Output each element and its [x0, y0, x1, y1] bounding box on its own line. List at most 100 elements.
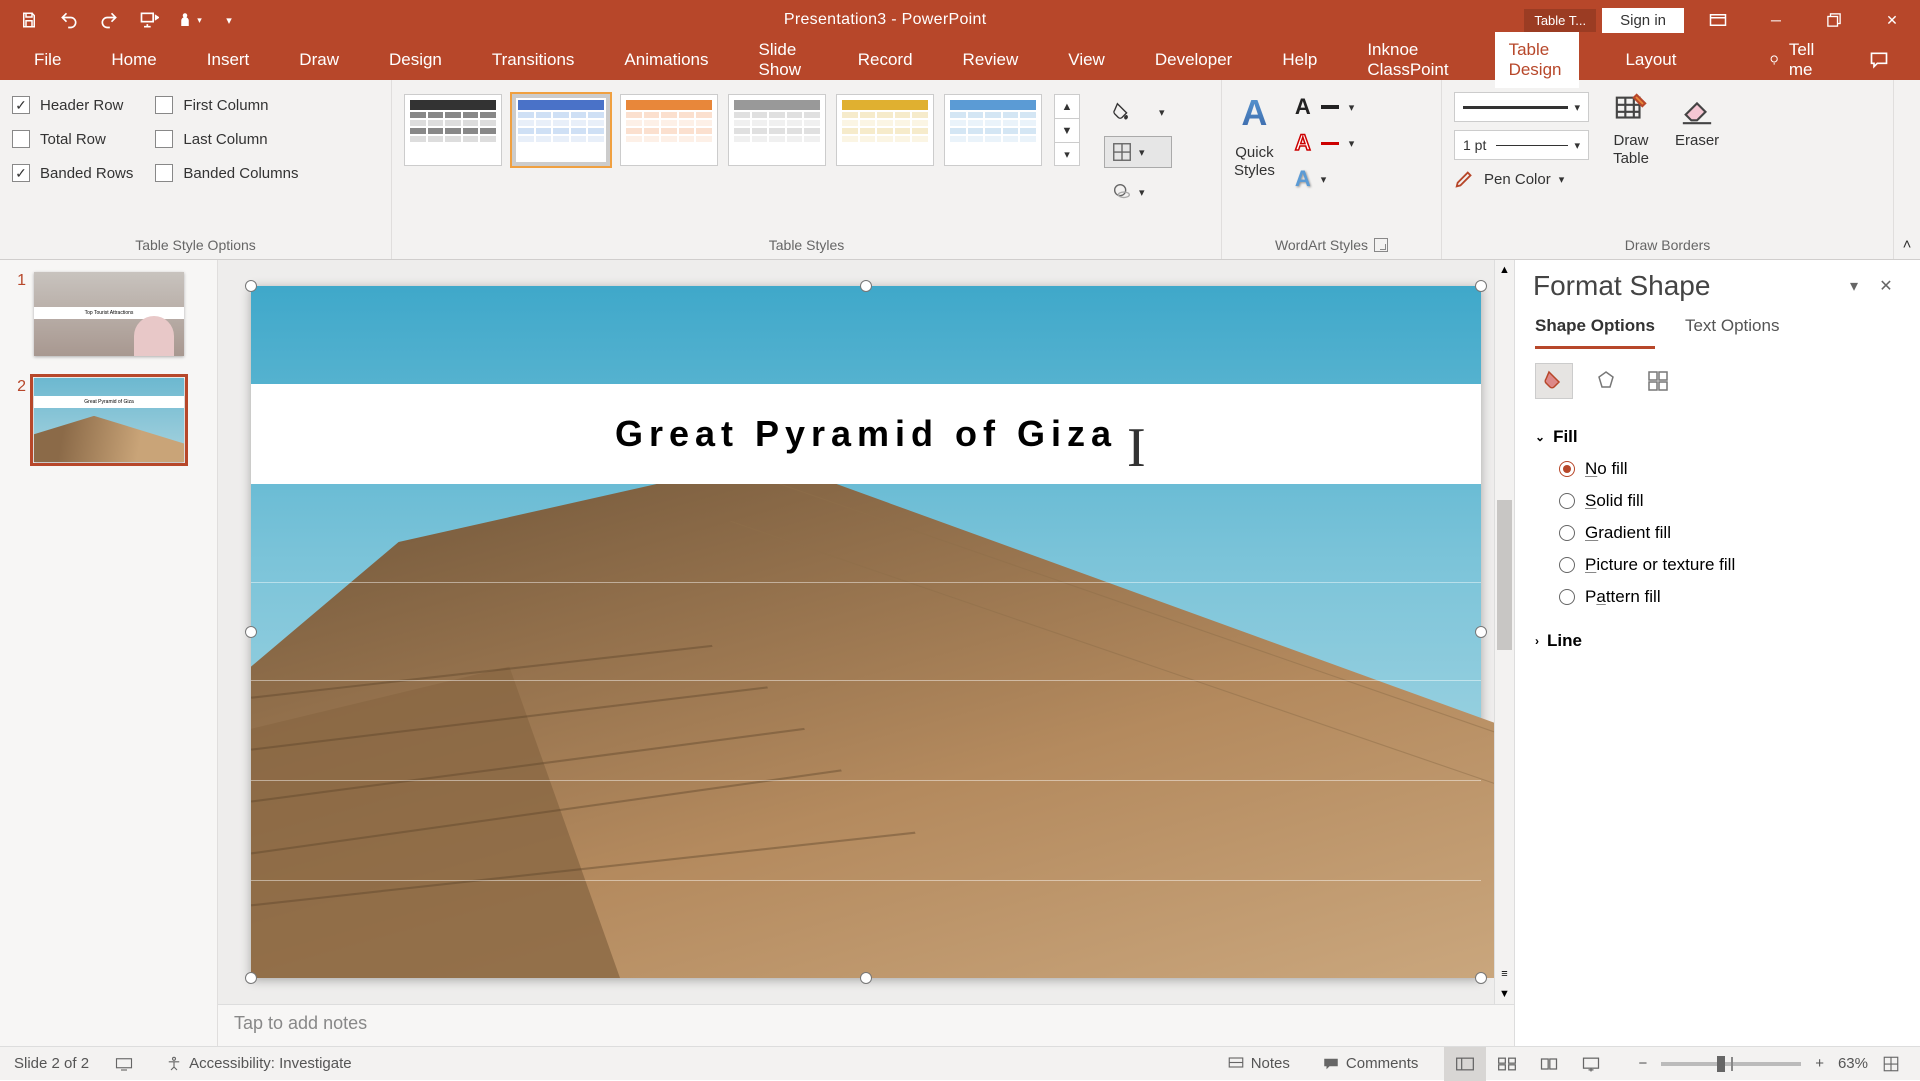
comments-icon[interactable] — [1868, 50, 1890, 70]
pen-weight-combo[interactable]: 1 pt▾ — [1454, 130, 1589, 160]
pane-tab-shape-options[interactable]: Shape Options — [1535, 310, 1655, 349]
radio-picture-fill[interactable]: Picture or texture fill — [1535, 549, 1900, 581]
fill-line-icon[interactable] — [1535, 363, 1573, 399]
effects-tab-icon[interactable] — [1587, 363, 1625, 399]
tab-draw[interactable]: Draw — [295, 42, 343, 78]
start-from-beginning-icon[interactable] — [132, 4, 166, 36]
radio-pattern-fill[interactable]: Pattern fill — [1535, 581, 1900, 613]
radio-gradient-fill[interactable]: Gradient fill — [1535, 517, 1900, 549]
checkbox-banded-columns[interactable]: Banded Columns — [155, 164, 298, 182]
slide[interactable]: Great Pyramid of Giza I — [251, 286, 1481, 978]
fit-to-window-icon[interactable] — [1876, 1055, 1906, 1073]
pane-close-icon[interactable]: ✕ — [1870, 276, 1902, 296]
tab-design[interactable]: Design — [385, 42, 446, 78]
sign-in-button[interactable]: Sign in — [1602, 8, 1684, 33]
reading-view-icon[interactable] — [1528, 1047, 1570, 1081]
table-style-1[interactable] — [404, 94, 502, 166]
slide-thumbnail-1[interactable]: Top Tourist Attractions — [34, 272, 184, 356]
tab-layout[interactable]: Layout — [1621, 42, 1680, 78]
gallery-scroll-down-icon[interactable]: ▼ — [1054, 118, 1080, 142]
effects-button[interactable]: ▾ — [1104, 176, 1172, 208]
zoom-slider[interactable] — [1661, 1062, 1801, 1066]
scroll-down-icon[interactable]: ▼ — [1495, 984, 1514, 1004]
checkbox-total-row[interactable]: Total Row — [12, 130, 133, 148]
vertical-scrollbar[interactable]: ▲ ≡ ▼ — [1494, 260, 1514, 1004]
notes-pane[interactable]: Tap to add notes — [218, 1004, 1514, 1046]
scroll-up-icon[interactable]: ▲ — [1495, 260, 1514, 280]
text-fill-button[interactable]: A▾ — [1295, 94, 1354, 120]
zoom-in-icon[interactable]: + — [1809, 1055, 1830, 1072]
dialog-launcher-icon[interactable] — [1374, 238, 1388, 252]
selection-handle[interactable] — [245, 280, 257, 292]
slide-canvas[interactable]: Great Pyramid of Giza I ▲ ≡ — [218, 260, 1514, 1004]
table-style-3[interactable] — [620, 94, 718, 166]
save-icon[interactable] — [12, 4, 46, 36]
gallery-more-icon[interactable]: ▾ — [1054, 142, 1080, 166]
prev-slide-icon[interactable]: ≡ — [1495, 964, 1514, 984]
tab-view[interactable]: View — [1064, 42, 1109, 78]
tab-record[interactable]: Record — [854, 42, 917, 78]
selection-handle[interactable] — [860, 972, 872, 984]
tab-insert[interactable]: Insert — [203, 42, 254, 78]
normal-view-icon[interactable] — [1444, 1047, 1486, 1081]
comments-button[interactable]: Comments — [1316, 1055, 1425, 1072]
tab-review[interactable]: Review — [959, 42, 1023, 78]
table-style-6[interactable] — [944, 94, 1042, 166]
fill-section-header[interactable]: ⌄Fill — [1535, 421, 1900, 453]
selection-handle[interactable] — [860, 280, 872, 292]
tab-file[interactable]: File — [30, 42, 65, 78]
scroll-thumb[interactable] — [1497, 500, 1512, 650]
close-icon[interactable]: ✕ — [1864, 0, 1920, 40]
accessibility-button[interactable]: Accessibility: Investigate — [159, 1055, 358, 1073]
touch-mode-icon[interactable]: ▾ — [172, 4, 206, 36]
radio-no-fill[interactable]: No fill — [1535, 453, 1900, 485]
collapse-ribbon-icon[interactable]: ˄ — [1894, 80, 1920, 259]
table-style-4[interactable] — [728, 94, 826, 166]
customize-qat-icon[interactable]: ▾ — [212, 4, 246, 36]
zoom-percent[interactable]: 63% — [1838, 1055, 1868, 1072]
ribbon-display-options-icon[interactable] — [1690, 0, 1746, 40]
tab-transitions[interactable]: Transitions — [488, 42, 579, 78]
pen-style-combo[interactable]: ▾ — [1454, 92, 1589, 122]
eraser-button[interactable]: Eraser — [1669, 88, 1725, 235]
size-properties-icon[interactable] — [1639, 363, 1677, 399]
undo-icon[interactable] — [52, 4, 86, 36]
slide-thumbnail-2-selected[interactable]: Great Pyramid of Giza — [34, 378, 184, 462]
table-style-5[interactable] — [836, 94, 934, 166]
tab-developer[interactable]: Developer — [1151, 42, 1237, 78]
selection-handle[interactable] — [1475, 280, 1487, 292]
selection-handle[interactable] — [245, 626, 257, 638]
quick-styles-icon[interactable]: A — [1241, 92, 1267, 134]
pane-options-icon[interactable]: ▾ — [1838, 276, 1870, 296]
pane-tab-text-options[interactable]: Text Options — [1685, 310, 1780, 349]
zoom-out-icon[interactable]: − — [1632, 1055, 1653, 1072]
borders-button[interactable]: ▾ — [1104, 136, 1172, 168]
table-style-2-selected[interactable] — [512, 94, 610, 166]
gallery-scroll-up-icon[interactable]: ▲ — [1054, 94, 1080, 118]
slide-counter[interactable]: Slide 2 of 2 — [14, 1055, 89, 1072]
tab-help[interactable]: Help — [1278, 42, 1321, 78]
display-settings-icon[interactable] — [109, 1057, 139, 1071]
notes-button[interactable]: Notes — [1221, 1055, 1296, 1072]
redo-icon[interactable] — [92, 4, 126, 36]
line-section-header[interactable]: ›Line — [1535, 625, 1900, 657]
text-effects-button[interactable]: A▾ — [1295, 166, 1354, 192]
checkbox-header-row[interactable]: Header Row — [12, 96, 133, 114]
pen-color-button[interactable]: Pen Color ▾ — [1454, 168, 1589, 190]
tab-animations[interactable]: Animations — [620, 42, 712, 78]
selection-handle[interactable] — [1475, 972, 1487, 984]
quick-styles-label[interactable]: Quick Styles — [1234, 144, 1275, 180]
text-outline-button[interactable]: A▾ — [1295, 130, 1354, 156]
draw-table-button[interactable]: Draw Table — [1605, 88, 1657, 235]
checkbox-banded-rows[interactable]: Banded Rows — [12, 164, 133, 182]
slideshow-view-icon[interactable] — [1570, 1047, 1612, 1081]
checkbox-last-column[interactable]: Last Column — [155, 130, 298, 148]
tab-home[interactable]: Home — [107, 42, 160, 78]
radio-solid-fill[interactable]: Solid fill — [1535, 485, 1900, 517]
title-text-box[interactable]: Great Pyramid of Giza — [251, 384, 1481, 484]
selection-handle[interactable] — [1475, 626, 1487, 638]
selection-handle[interactable] — [245, 972, 257, 984]
checkbox-first-column[interactable]: First Column — [155, 96, 298, 114]
slide-sorter-icon[interactable] — [1486, 1047, 1528, 1081]
shading-button[interactable]: ▾ — [1104, 96, 1172, 128]
